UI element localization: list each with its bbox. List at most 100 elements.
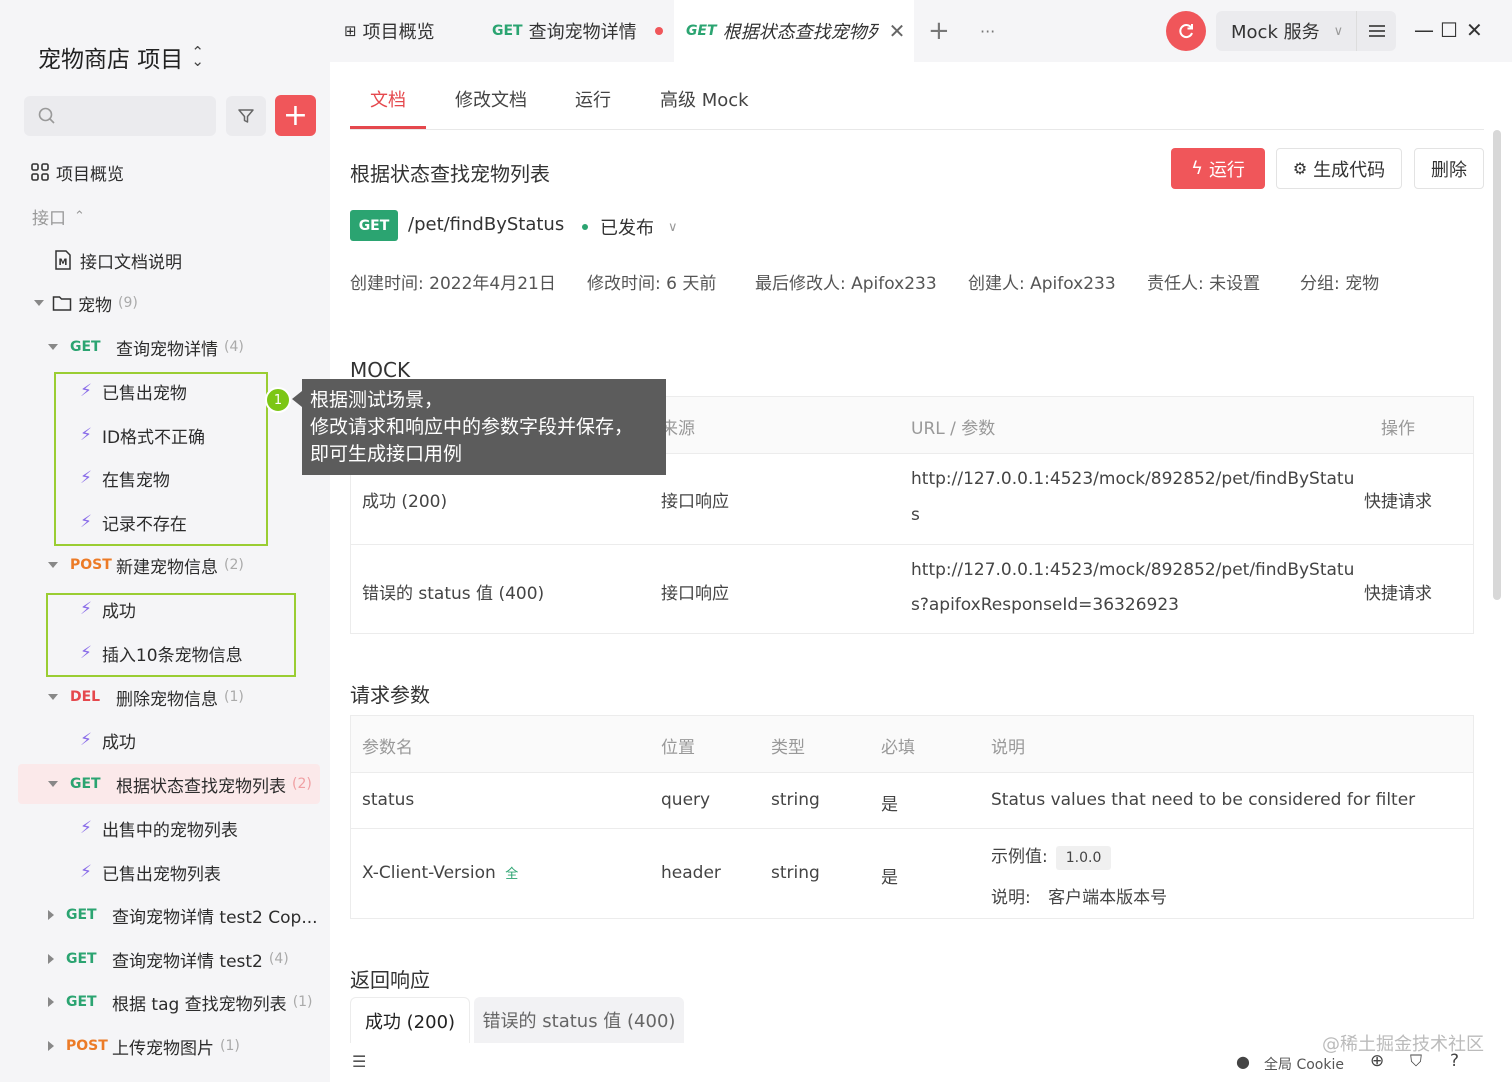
subtab-doc[interactable]: 文档	[370, 86, 406, 112]
grid-icon	[31, 163, 49, 181]
tab-get-pet-detail[interactable]: GET 查询宠物详情	[492, 0, 663, 62]
api-label: 查询宠物详情 test2 Cop...	[112, 907, 318, 928]
subtab-run[interactable]: 运行	[575, 86, 611, 112]
param-desc: 说明: 客户端本版本号	[991, 883, 1167, 908]
plus-icon: +	[928, 16, 950, 46]
api-item-active[interactable]: GET 根据状态查找宠物列表 (2)	[18, 764, 320, 804]
refresh-icon	[1179, 24, 1193, 39]
folder-count: (9)	[118, 295, 138, 311]
tab-find-by-status[interactable]: GET 根据状态查找宠物列 ✕	[674, 0, 914, 62]
active-tab-indicator	[350, 126, 426, 129]
section-api[interactable]: 接口 ⌃	[32, 196, 334, 236]
chevron-up-icon: ⌃	[74, 208, 85, 224]
response-tab-400[interactable]: 错误的 status 值 (400)	[474, 997, 684, 1043]
menu-button[interactable]	[1356, 11, 1396, 51]
maximize-icon[interactable]: ☐	[1440, 18, 1458, 42]
example-chip: 1.0.0	[1055, 846, 1112, 870]
mock-url[interactable]: http://127.0.0.1:4523/mock/892852/pet/fi…	[911, 469, 1354, 489]
param-type: string	[771, 790, 820, 810]
method-label: GET	[66, 994, 97, 1010]
filter-button[interactable]	[226, 96, 266, 136]
method-label: GET	[66, 951, 97, 967]
caret-right-icon	[48, 1041, 54, 1051]
subtab-edit-doc[interactable]: 修改文档	[455, 86, 527, 112]
mock-source: 接口响应	[661, 584, 729, 604]
run-button[interactable]: ϟ 运行	[1171, 148, 1265, 189]
tooltip-line: 根据测试场景，	[310, 389, 444, 411]
case-label: 已售出宠物列表	[101, 864, 221, 885]
chevron-down-icon: ∨	[1333, 23, 1344, 39]
mock-name: 错误的 status 值 (400)	[362, 584, 545, 604]
mock-url[interactable]: http://127.0.0.1:4523/mock/892852/pet/fi…	[911, 560, 1354, 580]
col-location: 位置	[661, 738, 695, 758]
case-label: 成功	[101, 732, 136, 753]
method-label: POST	[70, 557, 112, 573]
outline-icon[interactable]: ☰	[352, 1052, 366, 1071]
api-label: 查询宠物详情	[116, 339, 218, 360]
response-tab-200[interactable]: 成功 (200)	[350, 997, 470, 1043]
quick-request-link[interactable]: 快捷请求	[1364, 487, 1432, 512]
api-label: 上传宠物图片	[112, 1038, 214, 1059]
minimize-icon[interactable]: —	[1414, 18, 1434, 42]
caret-right-icon	[48, 954, 54, 964]
api-count: (1)	[220, 1038, 240, 1054]
more-tabs-button[interactable]: ···	[980, 0, 995, 62]
api-item[interactable]: POST 上传宠物图片 (1)	[48, 1026, 350, 1066]
mock-service-label: Mock 服务	[1231, 22, 1320, 43]
mock-url-cont[interactable]: s	[911, 505, 920, 525]
tooltip-line: 修改请求和响应中的参数字段并保存，	[310, 416, 634, 438]
quick-request-link[interactable]: 快捷请求	[1364, 579, 1432, 604]
meta-creator: 创建人: Apifox233	[968, 274, 1116, 294]
api-label: 新建宠物信息	[116, 557, 218, 578]
case-item[interactable]: ⚡ 成功	[80, 720, 382, 760]
case-item[interactable]: ⚡ 已售出宠物列表	[80, 852, 382, 892]
api-count: (4)	[268, 951, 289, 967]
api-count: (2)	[292, 776, 312, 792]
mock-service-select[interactable]: Mock 服务 ∨	[1216, 11, 1356, 51]
sidebar-item-label: 项目概览	[56, 164, 124, 185]
sidebar: 宠物商店 项目 ⌃ ⌄ + 项目概览 接口 ⌃ M 接口文档说明 宠物 (9) G…	[0, 0, 330, 1082]
generate-code-button[interactable]: ⚙ 生成代码	[1276, 148, 1402, 189]
close-window-icon[interactable]: ✕	[1466, 18, 1483, 42]
scrollbar[interactable]	[1493, 130, 1501, 600]
add-button[interactable]: +	[275, 95, 316, 136]
api-item[interactable]: POST 新建宠物信息 (2)	[48, 545, 350, 585]
sidebar-item-doc[interactable]: M 接口文档说明	[54, 240, 356, 280]
project-switcher[interactable]: 宠物商店 项目 ⌃ ⌄	[38, 40, 204, 74]
gen-code-label: 生成代码	[1313, 159, 1386, 181]
subtab-advanced-mock[interactable]: 高级 Mock	[660, 86, 749, 112]
col-required: 必填	[881, 738, 915, 758]
param-type: string	[771, 863, 820, 883]
case-item[interactable]: ⚡ 出售中的宠物列表	[80, 808, 382, 848]
page-title: 根据状态查找宠物列表	[350, 162, 550, 186]
api-item[interactable]: GET 根据 tag 查找宠物列表 (1)	[48, 982, 350, 1022]
close-icon[interactable]: ✕	[889, 19, 906, 43]
search-input[interactable]	[24, 96, 216, 136]
api-item[interactable]: DEL 删除宠物信息 (1)	[48, 677, 350, 717]
mock-url-cont[interactable]: s?apifoxResponseId=36326923	[911, 595, 1179, 615]
status-select[interactable]: 已发布 ∨	[582, 214, 678, 240]
param-location: header	[661, 863, 721, 883]
project-title: 宠物商店 项目	[38, 47, 184, 73]
sidebar-item-overview[interactable]: 项目概览	[30, 152, 332, 192]
test-case-icon: ⚡	[80, 730, 92, 750]
tab-overview[interactable]: ⊞ 项目概览	[344, 0, 435, 62]
col-url: URL / 参数	[911, 419, 996, 439]
param-desc: Status values that need to be considered…	[991, 790, 1416, 810]
sync-button[interactable]	[1166, 11, 1206, 51]
api-item[interactable]: GET 查询宠物详情 test2 Cop...	[48, 895, 350, 935]
folder-pets[interactable]: 宠物 (9)	[34, 283, 336, 323]
run-label: 运行	[1208, 159, 1245, 181]
mock-source: 接口响应	[661, 492, 729, 512]
case-label: 出售中的宠物列表	[101, 820, 238, 841]
api-item[interactable]: GET 查询宠物详情 test2 (4)	[48, 939, 350, 979]
delete-button[interactable]: 删除	[1414, 148, 1484, 189]
method-label: GET	[686, 23, 717, 39]
global-cookie-button[interactable]: 全局 Cookie	[1264, 1054, 1344, 1074]
tab-label: 查询宠物详情	[528, 22, 637, 43]
method-label: GET	[70, 339, 101, 355]
tooltip: 根据测试场景， 修改请求和响应中的参数字段并保存， 即可生成接口用例	[292, 379, 666, 475]
new-tab-button[interactable]: +	[928, 0, 950, 62]
api-item[interactable]: GET 查询宠物详情 (4)	[48, 327, 350, 367]
param-name-text: X-Client-Version	[362, 863, 496, 883]
